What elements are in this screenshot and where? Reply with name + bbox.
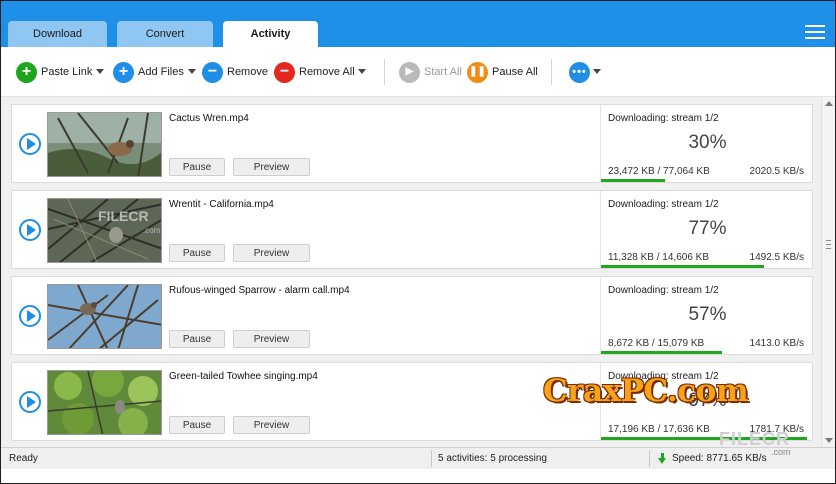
- toolbar-divider: [384, 59, 385, 85]
- download-speed: 1413.0 KB/s: [749, 338, 804, 349]
- status-divider: [431, 450, 432, 467]
- progress-bar: [601, 351, 722, 354]
- play-icon[interactable]: [19, 305, 41, 327]
- status-state: Ready: [9, 453, 38, 464]
- status-text: Downloading: stream 1/2: [608, 113, 719, 124]
- play-icon: ▶: [399, 61, 420, 83]
- download-status: Downloading: stream 1/2 57% 8,672 KB / 1…: [600, 277, 813, 354]
- video-thumbnail: [47, 370, 162, 435]
- progress-bar: [601, 265, 765, 268]
- remove-all-label: Remove All: [299, 66, 355, 78]
- more-icon: •••: [569, 61, 590, 83]
- size-progress: 11,328 KB / 14,606 KB: [608, 252, 710, 263]
- toolbar: + Paste Link + Add Files − Remove − Remo…: [1, 47, 835, 97]
- video-thumbnail: FILECR .com: [47, 198, 162, 263]
- activity-row[interactable]: FILECR .com Wrentit - California.mp4 Pau…: [11, 190, 813, 269]
- play-icon[interactable]: [19, 133, 41, 155]
- file-name: Green-tailed Towhee singing.mp4: [169, 371, 318, 382]
- pause-all-button[interactable]: ❚❚ Pause All: [467, 61, 538, 83]
- play-icon[interactable]: [19, 219, 41, 241]
- size-progress: 8,672 KB / 15,079 KB: [608, 338, 705, 349]
- pause-button[interactable]: Pause: [169, 416, 225, 434]
- activity-row[interactable]: Rufous-winged Sparrow - alarm call.mp4 P…: [11, 276, 813, 355]
- tab-bar: Download Convert Activity: [1, 1, 835, 47]
- progress-bar: [601, 179, 665, 182]
- remove-label: Remove: [227, 66, 268, 78]
- pause-all-label: Pause All: [492, 66, 538, 78]
- preview-button[interactable]: Preview: [233, 158, 310, 176]
- menu-icon[interactable]: [805, 25, 825, 41]
- vertical-scrollbar[interactable]: [821, 97, 835, 447]
- filecr-watermark: FILECR .com: [701, 429, 811, 459]
- paste-link-dropdown-icon[interactable]: [96, 69, 104, 74]
- status-text: Downloading: stream 1/2: [608, 285, 719, 296]
- play-icon[interactable]: [19, 391, 41, 413]
- paste-link-button[interactable]: + Paste Link: [16, 61, 92, 83]
- paste-link-label: Paste Link: [41, 66, 93, 78]
- add-files-button[interactable]: + Add Files: [113, 61, 184, 83]
- minus-icon: −: [202, 61, 223, 83]
- file-name: Wrentit - California.mp4: [169, 199, 274, 210]
- plus-icon: +: [113, 61, 134, 83]
- size-progress: 23,472 KB / 77,064 KB: [608, 166, 710, 177]
- video-thumbnail: [47, 284, 162, 349]
- tab-convert[interactable]: Convert: [117, 21, 213, 47]
- app-window: Download Convert Activity + Paste Link +…: [0, 0, 836, 484]
- add-files-label: Add Files: [138, 66, 184, 78]
- tab-activity[interactable]: Activity: [223, 21, 318, 47]
- add-files-dropdown-icon[interactable]: [188, 69, 196, 74]
- tab-download[interactable]: Download: [8, 21, 107, 47]
- more-options-dropdown-icon[interactable]: [593, 69, 601, 74]
- plus-icon: +: [16, 61, 37, 83]
- svg-text:FILECR: FILECR: [98, 208, 149, 224]
- start-all-button[interactable]: ▶ Start All: [399, 61, 462, 83]
- remove-all-dropdown-icon[interactable]: [358, 69, 366, 74]
- remove-all-button[interactable]: − Remove All: [274, 61, 355, 83]
- craxpc-watermark: CraxPC.com: [543, 373, 749, 409]
- download-arrow-icon: [658, 453, 667, 464]
- size-progress: 17,196 KB / 17,636 KB: [608, 424, 710, 435]
- preview-button[interactable]: Preview: [233, 244, 310, 262]
- scroll-up-icon[interactable]: [825, 101, 833, 106]
- video-thumbnail: [47, 112, 162, 177]
- pause-icon: ❚❚: [467, 61, 488, 83]
- start-all-label: Start All: [424, 66, 462, 78]
- status-divider: [649, 450, 650, 467]
- file-name: Cactus Wren.mp4: [169, 113, 249, 124]
- progress-percent: 77%: [688, 218, 727, 239]
- preview-button[interactable]: Preview: [233, 416, 310, 434]
- svg-text:.com: .com: [143, 226, 161, 235]
- pause-button[interactable]: Pause: [169, 330, 225, 348]
- progress-percent: 30%: [688, 132, 727, 153]
- minus-icon: −: [274, 61, 295, 83]
- download-status: Downloading: stream 1/2 77% 11,328 KB / …: [600, 191, 813, 268]
- remove-button[interactable]: − Remove: [202, 61, 268, 83]
- toolbar-divider: [551, 59, 552, 85]
- file-name: Rufous-winged Sparrow - alarm call.mp4: [169, 285, 350, 296]
- progress-percent: 57%: [688, 304, 727, 325]
- more-options-button[interactable]: •••: [569, 61, 594, 83]
- scroll-thumb-grip[interactable]: [826, 240, 831, 249]
- status-text: Downloading: stream 1/2: [608, 199, 719, 210]
- filecr-watermark-tld: .com: [771, 447, 791, 457]
- scroll-down-icon[interactable]: [825, 438, 833, 443]
- status-activities: 5 activities: 5 processing: [438, 453, 547, 464]
- pause-button[interactable]: Pause: [169, 244, 225, 262]
- pause-button[interactable]: Pause: [169, 158, 225, 176]
- download-speed: 1492.5 KB/s: [749, 252, 804, 263]
- download-status: Downloading: stream 1/2 30% 23,472 KB / …: [600, 105, 813, 182]
- download-speed: 2020.5 KB/s: [749, 166, 804, 177]
- preview-button[interactable]: Preview: [233, 330, 310, 348]
- activity-row[interactable]: Cactus Wren.mp4 Pause Preview Downloadin…: [11, 104, 813, 183]
